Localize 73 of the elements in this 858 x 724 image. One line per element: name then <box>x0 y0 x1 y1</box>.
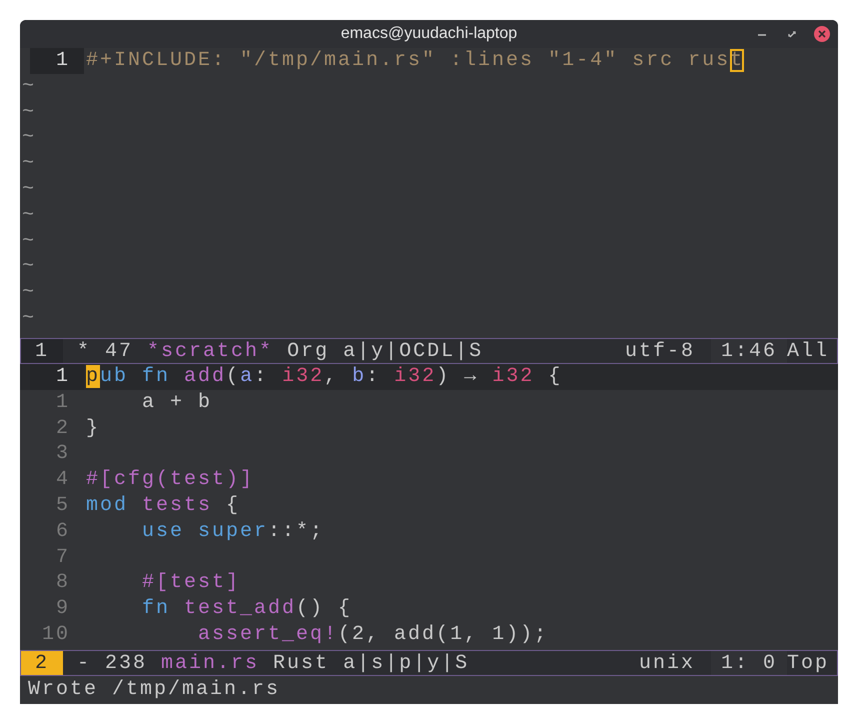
code-token: { <box>225 494 240 517</box>
window-number: 2 <box>21 651 63 675</box>
mode-flags: a|s|p|y|S <box>343 651 470 675</box>
buffer-name: main.rs <box>161 651 260 675</box>
buffer-size: 47 <box>105 339 134 363</box>
line-number: 6 <box>56 520 70 543</box>
code-token: ) → <box>436 365 480 388</box>
empty-line-marker: ~ <box>21 306 36 330</box>
line-number: 8 <box>56 571 70 594</box>
empty-line-marker: ~ <box>21 255 36 278</box>
line-number: 9 <box>56 597 70 620</box>
buffer-state: * <box>77 339 92 363</box>
line-number: 7 <box>56 546 70 569</box>
code-token: { <box>547 365 562 388</box>
code-token: i32 <box>282 365 324 388</box>
line-number: 1 <box>56 49 70 72</box>
code-token: : <box>254 365 270 388</box>
empty-line-marker: ~ <box>21 74 36 98</box>
major-mode: Org <box>287 339 330 363</box>
code-token: , <box>324 365 340 388</box>
code-token: ( <box>226 365 240 388</box>
cursor-position: 1: 0 <box>710 651 787 675</box>
code-token: #[cfg(test)] <box>86 468 254 492</box>
cursor-character: t <box>730 49 744 72</box>
code-token: add <box>184 365 226 388</box>
code-token: #+INCLUDE: "/tmp/main.rs" :lines "1-4" src rus <box>86 49 730 72</box>
code-token: () { <box>296 597 352 620</box>
buffer-size: 238 <box>105 651 148 675</box>
code-token: (2, add(1, 1)); <box>338 622 548 646</box>
code-token: b <box>352 365 366 388</box>
code-token: test_add <box>184 597 296 620</box>
line-ending: utf-8 <box>624 339 696 363</box>
line-number: 1 <box>56 365 70 388</box>
window-title: emacs@yuudachi-laptop <box>340 24 518 44</box>
line-number: 10 <box>42 622 70 646</box>
code-token: ub fn <box>100 365 172 388</box>
code-token: a + b <box>141 390 212 414</box>
empty-line-marker: ~ <box>21 152 36 176</box>
empty-line-marker: ~ <box>21 100 36 124</box>
major-mode: Rust <box>273 651 330 675</box>
mode-flags: a|y|OCDL|S <box>343 339 484 363</box>
empty-line-marker: ~ <box>21 126 36 150</box>
line-ending: unix <box>638 651 696 675</box>
empty-line-marker: ~ <box>21 178 36 201</box>
line-number: 2 <box>56 416 70 440</box>
code-token: assert_eq! <box>197 622 338 646</box>
code-token: i32 <box>492 365 534 388</box>
empty-line-marker: ~ <box>21 204 36 227</box>
empty-line-marker: ~ <box>21 281 36 304</box>
close-icon[interactable] <box>812 24 832 44</box>
window-number: 1 <box>21 339 63 363</box>
line-number: 5 <box>56 494 70 517</box>
line-number: 3 <box>56 442 70 466</box>
cursor-position: 1:46 <box>710 339 787 363</box>
echo-area-message: Wrote /tmp/main.rs <box>28 678 280 701</box>
scroll-position: All <box>786 339 830 363</box>
code-token: use super <box>141 520 268 543</box>
cursor-character: p <box>86 365 100 388</box>
code-token: #[test] <box>141 571 240 594</box>
buffer-state: - <box>77 651 92 675</box>
code-token: mod <box>86 494 130 517</box>
code-token: tests <box>142 494 212 517</box>
code-token: i32 <box>394 365 436 388</box>
empty-line-marker: ~ <box>21 230 36 253</box>
buffer-name: *scratch* <box>147 339 274 363</box>
line-number: 1 <box>56 390 70 414</box>
code-token: fn <box>141 597 172 620</box>
code-token: } <box>86 416 100 440</box>
code-token: a <box>240 365 254 388</box>
line-number: 4 <box>56 468 70 492</box>
code-token: : <box>366 365 382 388</box>
scroll-position: Top <box>786 651 830 675</box>
code-token: ::*; <box>268 520 324 543</box>
